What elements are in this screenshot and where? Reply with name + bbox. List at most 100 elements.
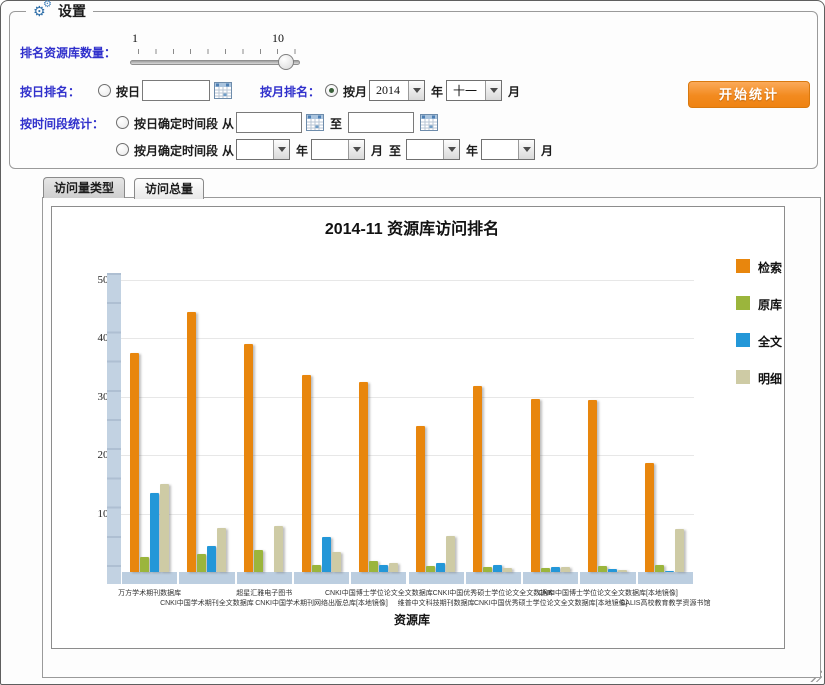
monthly-radio-label: 按月 — [343, 83, 367, 100]
chevron-down-icon[interactable] — [273, 140, 289, 159]
period-by-day-label: 按日确定时间段 — [134, 115, 218, 132]
x-tick-label: CALIS高校教育教学资源书馆 — [620, 598, 710, 608]
x-axis-strip — [237, 572, 292, 584]
from-month-select[interactable] — [311, 139, 365, 160]
period-by-month-radio[interactable] — [116, 143, 129, 156]
bar-全文 — [436, 563, 445, 572]
month-unit-label: 月 — [371, 142, 383, 159]
calendar-icon[interactable] — [420, 114, 438, 131]
bar-原库 — [369, 561, 378, 572]
chart-panel: 2014-11 资源库访问排名 资源库 0100200300400500万方学术… — [51, 206, 785, 649]
bar-明细 — [332, 552, 341, 572]
chevron-down-icon[interactable] — [348, 140, 364, 159]
calendar-icon[interactable] — [306, 114, 324, 131]
bar-原库 — [140, 557, 149, 572]
period-by-day-radio[interactable] — [116, 116, 129, 129]
x-tick-label: CNKI中国学术期刊网络出版总库[本地镜像] — [255, 598, 388, 608]
bar-明细 — [274, 526, 283, 572]
gears-icon: ⚙ ⚙ — [33, 2, 53, 20]
period-by-month-label: 按月确定时间段 — [134, 142, 218, 159]
x-axis-title: 资源库 — [82, 611, 742, 628]
settings-title: 设置 — [58, 1, 86, 21]
chevron-down-icon[interactable] — [518, 140, 534, 159]
bar-检索 — [130, 353, 139, 572]
bar-全文 — [608, 569, 617, 572]
x-tick-label: 超星汇雅电子图书 — [236, 588, 292, 598]
daily-radio-label: 按日 — [116, 83, 140, 100]
bar-全文 — [207, 546, 216, 572]
bar-检索 — [244, 344, 253, 572]
x-tick-label: 维普中文科技期刊数据库 — [398, 598, 475, 608]
year-select[interactable]: 2014 — [369, 80, 425, 101]
gridline — [121, 338, 694, 339]
bar-明细 — [618, 570, 627, 572]
from-label: 从 — [222, 115, 234, 132]
settings-header: ⚙ ⚙ 设置 — [26, 1, 93, 21]
bar-原库 — [598, 566, 607, 572]
bar-原库 — [655, 565, 664, 572]
slider-thumb[interactable] — [278, 54, 294, 70]
bar-全文 — [493, 565, 502, 572]
daily-radio[interactable] — [98, 84, 111, 97]
x-tick-label: CNKI中国优秀硕士学位论文全文数据库[本地镜像] — [474, 598, 628, 608]
tab-visit-total[interactable]: 访问总量 — [134, 178, 204, 199]
month-unit-label: 月 — [541, 142, 553, 159]
year-unit-label: 年 — [296, 142, 308, 159]
calendar-icon[interactable] — [214, 82, 232, 99]
bar-全文 — [150, 493, 159, 572]
bar-原库 — [312, 565, 321, 572]
bar-全文 — [665, 571, 674, 572]
chart-title: 2014-11 资源库访问排名 — [82, 215, 742, 239]
bar-明细 — [389, 563, 398, 572]
bar-明细 — [675, 529, 684, 572]
bar-检索 — [473, 386, 482, 572]
daily-rank-label: 按日排名： — [20, 83, 80, 100]
month-select[interactable]: 十一 — [446, 80, 502, 101]
legend-label: 明细 — [758, 370, 782, 387]
resource-count-slider[interactable] — [130, 60, 300, 65]
legend-swatch-原库 — [736, 296, 750, 310]
legend-label: 检索 — [758, 259, 782, 276]
legend-swatch-全文 — [736, 333, 750, 347]
bar-检索 — [359, 382, 368, 572]
y-axis-wall — [107, 273, 121, 584]
bar-原库 — [541, 568, 550, 572]
x-axis-strip — [294, 572, 349, 584]
slider-min-label: 1 — [132, 31, 138, 46]
chevron-down-icon[interactable] — [408, 81, 424, 100]
to-month-select[interactable] — [481, 139, 535, 160]
start-statistics-button[interactable]: 开始统计 — [688, 81, 810, 108]
monthly-radio[interactable] — [325, 84, 338, 97]
bar-明细 — [217, 528, 226, 572]
bar-全文 — [322, 537, 331, 572]
bar-原库 — [483, 567, 492, 572]
bar-检索 — [531, 399, 540, 572]
chevron-down-icon[interactable] — [485, 81, 501, 100]
x-axis-strip — [523, 572, 578, 584]
settings-groupbox: ⚙ ⚙ 设置 排名资源库数量： 1 10 按日排名： 按日 按月排名： — [9, 11, 818, 169]
to-label: 至 — [389, 142, 401, 159]
gridline — [121, 280, 694, 281]
period-stats-label: 按时间段统计： — [20, 115, 104, 132]
tab-visit-type[interactable]: 访问量类型 — [43, 177, 125, 198]
bar-全文 — [379, 565, 388, 572]
bar-全文 — [551, 567, 560, 572]
x-axis-strip — [580, 572, 635, 584]
to-label: 至 — [330, 115, 342, 132]
x-axis-strip — [409, 572, 464, 584]
period-to-date-input[interactable] — [348, 112, 414, 133]
chevron-down-icon[interactable] — [443, 140, 459, 159]
daily-date-input[interactable] — [142, 80, 210, 101]
gridline — [121, 514, 694, 515]
bar-明细 — [160, 484, 169, 572]
to-year-select[interactable] — [406, 139, 460, 160]
bar-原库 — [254, 550, 263, 572]
bar-检索 — [187, 312, 196, 572]
slider-max-label: 10 — [272, 31, 284, 46]
from-year-select[interactable] — [236, 139, 290, 160]
period-from-date-input[interactable] — [236, 112, 302, 133]
bar-原库 — [426, 566, 435, 572]
bar-明细 — [503, 568, 512, 572]
x-tick-label: CNKI中国优秀硕士学位论文全文数据库 — [433, 588, 555, 598]
month-unit-label: 月 — [508, 83, 520, 100]
